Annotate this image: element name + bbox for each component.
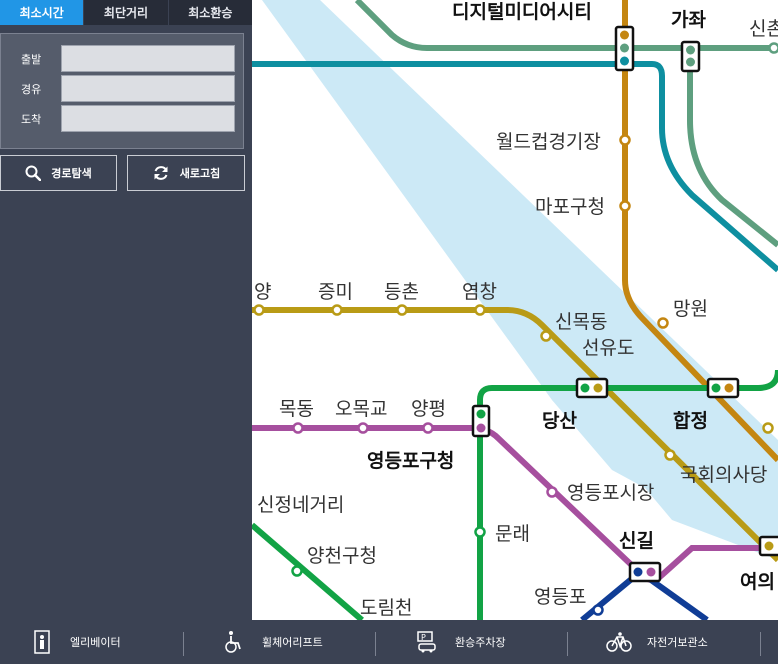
legend-divider [567, 632, 568, 656]
tab-min-transfer[interactable]: 최소환승 [168, 0, 252, 25]
legend-elevator[interactable]: 엘리베이터 [28, 620, 121, 664]
search-icon [25, 165, 42, 181]
station-national-assembly[interactable]: 국회의사당 [680, 464, 767, 486]
subway-map[interactable]: 디지털미디어시티 가좌 신촌 월드컵경기장 마포구청 망원 양 증미 등촌 염창… [252, 0, 778, 620]
station-yeomchang[interactable]: 염창 [462, 281, 497, 303]
tab-shortest-distance[interactable]: 최단거리 [84, 0, 169, 25]
via-row: 경유 [1, 75, 245, 103]
station-yeongdeungpo[interactable]: 영등포 [534, 586, 586, 608]
route-search-panel: 최소시간 최단거리 최소환승 출발 경유 도착 경로탐색 새로고침 [0, 0, 252, 620]
route-input-box: 출발 경유 도착 [0, 33, 244, 149]
arrival-input[interactable] [61, 105, 235, 132]
transfer-singil[interactable] [628, 561, 662, 583]
transfer-hapjeong[interactable] [706, 377, 740, 399]
legend-divider [183, 632, 184, 656]
station-mangwon[interactable]: 망원 [673, 298, 708, 320]
station-sinmokdong[interactable]: 신목동 [555, 311, 607, 333]
station-yeongdeungpo-gu-office[interactable]: 영등포구청 [367, 450, 454, 472]
legend-wheelchair-lift-label: 휠체어리프트 [262, 636, 323, 649]
station-hapjeong[interactable]: 합정 [673, 410, 708, 432]
station-deungchon[interactable]: 등촌 [384, 281, 419, 303]
transfer-dmc[interactable] [614, 25, 635, 72]
legend-elevator-label: 엘리베이터 [70, 636, 121, 649]
elevator-icon [28, 628, 56, 656]
transfer-yeouido[interactable] [758, 535, 778, 557]
wheelchair-lift-icon [220, 628, 248, 656]
legend-bicycle-storage[interactable]: 자전거보관소 [605, 620, 708, 664]
refresh-button[interactable]: 새로고침 [127, 155, 245, 191]
arrival-row: 도착 [1, 105, 245, 133]
station-jeungmi[interactable]: 증미 [318, 281, 353, 303]
svg-text:P: P [421, 633, 426, 642]
tab-min-time[interactable]: 최소시간 [0, 0, 85, 25]
station-digital-media-city[interactable]: 디지털미디어시티 [452, 1, 592, 23]
station-yeongdeungpo-market[interactable]: 영등포시장 [567, 482, 654, 504]
facility-legend-bar: 엘리베이터 휠체어리프트 P 환승주차장 자전거보관소 [0, 620, 778, 664]
departure-input[interactable] [61, 45, 235, 72]
refresh-label: 새로고침 [179, 167, 221, 180]
legend-transfer-parking[interactable]: P 환승주차장 [413, 620, 506, 664]
bicycle-storage-icon [605, 628, 633, 656]
station-omokgyo[interactable]: 오목교 [335, 398, 387, 420]
legend-divider [760, 632, 761, 656]
station-sinjeong-negeori[interactable]: 신정네거리 [257, 494, 344, 516]
transfer-dangsan[interactable] [575, 377, 609, 399]
station-mullae[interactable]: 문래 [495, 523, 530, 545]
station-mapo-gu-office[interactable]: 마포구청 [535, 196, 605, 218]
station-singil[interactable]: 신길 [619, 530, 654, 552]
legend-wheelchair-lift[interactable]: 휠체어리프트 [220, 620, 323, 664]
station-world-cup-stadium[interactable]: 월드컵경기장 [496, 131, 601, 153]
transfer-yeongdeungpo-gu-office[interactable] [471, 404, 491, 438]
departure-label: 출발 [21, 53, 42, 66]
legend-divider [375, 632, 376, 656]
transfer-parking-icon: P [413, 628, 441, 656]
gyeongui-line-branch [687, 56, 778, 248]
station-yangpyeong[interactable]: 양평 [411, 398, 446, 420]
arrival-label: 도착 [21, 113, 42, 126]
station-gajwa[interactable]: 가좌 [671, 9, 706, 31]
subway-map-canvas: 디지털미디어시티 가좌 신촌 월드컵경기장 마포구청 망원 양 증미 등촌 염창… [252, 0, 778, 620]
departure-row: 출발 [1, 45, 245, 73]
legend-transfer-parking-label: 환승주차장 [455, 636, 506, 649]
via-input[interactable] [61, 75, 235, 102]
station-dangsan[interactable]: 당산 [542, 410, 577, 432]
station-yeouido[interactable]: 여의 [740, 571, 775, 593]
station-yang[interactable]: 양 [254, 281, 271, 303]
refresh-icon [152, 164, 170, 182]
legend-bicycle-storage-label: 자전거보관소 [647, 636, 708, 649]
station-sinchon[interactable]: 신촌 [749, 18, 778, 40]
station-yangcheon-gu-office[interactable]: 양천구청 [307, 545, 377, 567]
route-option-tabs: 최소시간 최단거리 최소환승 [0, 0, 252, 25]
via-label: 경유 [21, 83, 42, 96]
station-dorimcheon[interactable]: 도림천 [360, 597, 412, 619]
line2-lower [252, 522, 364, 620]
station-mokdong[interactable]: 목동 [279, 398, 314, 420]
transfer-gajwa[interactable] [680, 40, 701, 73]
station-seonyudo[interactable]: 선유도 [582, 337, 634, 359]
route-search-button[interactable]: 경로탐색 [0, 155, 117, 191]
route-search-label: 경로탐색 [51, 167, 92, 180]
